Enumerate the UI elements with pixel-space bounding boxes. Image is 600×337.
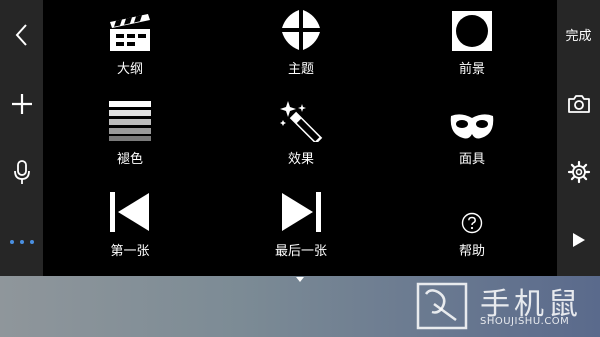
camera-icon [567,95,590,113]
gear-icon [567,160,590,184]
camera-button[interactable] [557,84,600,124]
collapse-caret-icon[interactable] [296,277,304,282]
menu-item-label: 面具 [458,152,485,167]
last-slide-icon [282,192,321,232]
microphone-icon [13,160,30,184]
menu-item-effect[interactable]: 效果 [241,96,361,176]
menu-item-label: 主题 [287,62,314,77]
plus-icon [11,94,32,114]
help-icon [461,212,483,234]
left-toolbar [0,0,43,276]
menu-item-label: 效果 [287,152,314,167]
menu-item-label: 前景 [458,62,485,77]
watermark-logo [416,282,468,330]
foreground-icon [452,11,492,51]
play-icon [572,233,585,247]
microphone-button[interactable] [0,152,43,192]
menu-item-help[interactable]: 帮助 [412,188,532,268]
menu-item-theme[interactable]: 主题 [241,6,361,86]
done-label: 完成 [565,28,592,44]
more-button[interactable] [0,222,43,262]
menu-item-label: 褪色 [116,152,143,167]
right-toolbar: 完成 [557,0,600,276]
settings-button[interactable] [557,152,600,192]
menu-item-label: 大纲 [116,62,143,77]
watermark-subtext: SHOUJISHU.COM [480,316,570,327]
theme-icon [282,10,320,50]
back-button[interactable] [0,15,43,55]
menu-item-label: 帮助 [458,244,485,259]
play-button[interactable] [557,220,600,260]
menu-item-label: 第一张 [110,244,150,259]
menu-item-label: 最后一张 [274,244,327,259]
menu-item-last-slide[interactable]: 最后一张 [241,188,361,268]
menu-item-first-slide[interactable]: 第一张 [70,188,190,268]
add-button[interactable] [0,84,43,124]
fade-icon [109,101,151,141]
chevron-left-icon [15,24,27,46]
mask-icon [450,114,494,139]
first-slide-icon [110,192,149,232]
done-button[interactable]: 完成 [557,14,600,54]
menu-item-foreground[interactable]: 前景 [412,6,532,86]
menu-item-outline[interactable]: 大纲 [70,6,190,86]
ellipsis-icon [9,240,34,244]
magic-wand-icon [280,101,323,142]
menu-item-mask[interactable]: 面具 [412,96,532,176]
clapperboard-icon [110,14,150,51]
menu-item-fade[interactable]: 褪色 [70,96,190,176]
